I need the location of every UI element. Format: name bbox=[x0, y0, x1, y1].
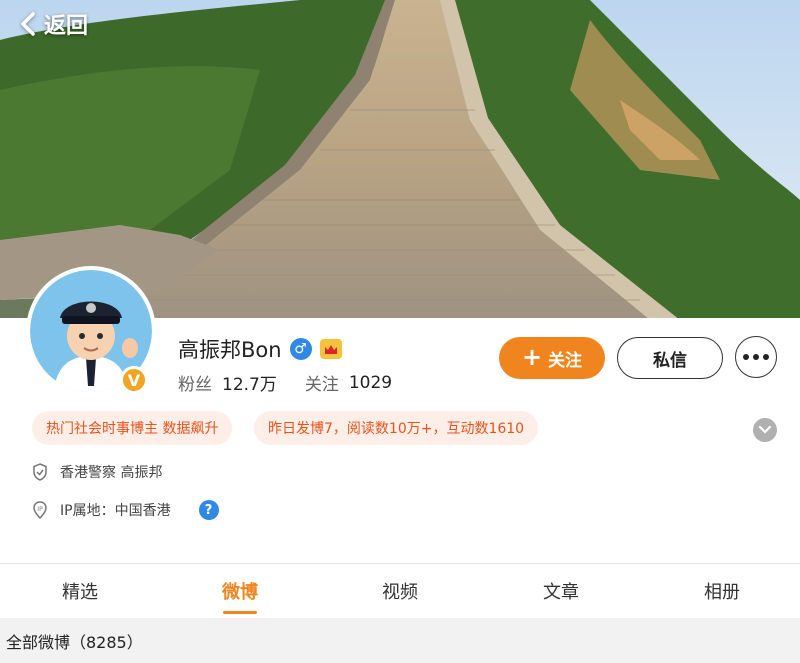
plus-icon: + bbox=[521, 343, 543, 371]
follow-label: 关注 bbox=[548, 350, 583, 371]
followers-count[interactable]: 12.7万 bbox=[222, 370, 277, 395]
name-row: 高振邦Bon ♂ bbox=[178, 334, 342, 364]
tab-video[interactable]: 视频 bbox=[360, 564, 440, 618]
ip-location-row: IP IP属地：中国香港 ? bbox=[32, 500, 219, 520]
following-count[interactable]: 1029 bbox=[349, 373, 392, 393]
activity-stats-tag[interactable]: 昨日发博7，阅读数10万+，互动数1610 bbox=[254, 411, 539, 445]
message-button[interactable]: 私信 bbox=[617, 337, 723, 379]
shield-icon bbox=[33, 463, 47, 481]
following-label[interactable]: 关注 bbox=[305, 370, 339, 395]
active-tab-indicator bbox=[223, 611, 257, 614]
back-button[interactable]: 返回 bbox=[18, 8, 88, 40]
expand-chevron-icon[interactable] bbox=[753, 418, 777, 442]
verification-row: 香港警察 高振邦 bbox=[32, 462, 162, 482]
followers-label[interactable]: 粉丝 bbox=[178, 370, 212, 395]
help-icon[interactable]: ? bbox=[198, 500, 219, 520]
stats-row: 粉丝 12.7万 关注 1029 bbox=[178, 370, 392, 396]
hot-blogger-tag[interactable]: 热门社会时事博主 数据飙升 bbox=[32, 411, 233, 445]
level-badge-icon[interactable] bbox=[319, 339, 342, 359]
ip-location-icon: IP bbox=[33, 501, 47, 519]
tab-label: 文章 bbox=[543, 582, 579, 603]
verification-text: 香港警察 高振邦 bbox=[60, 465, 163, 481]
tab-weibo[interactable]: 微博 bbox=[200, 564, 280, 618]
tab-featured[interactable]: 精选 bbox=[40, 564, 120, 618]
all-posts-filter[interactable]: 全部微博（8285） bbox=[0, 618, 800, 663]
tab-label: 微博 bbox=[222, 582, 258, 603]
gender-male-icon: ♂ bbox=[289, 338, 312, 360]
tab-label: 视频 bbox=[382, 582, 418, 603]
back-label: 返回 bbox=[44, 14, 89, 39]
profile-name: 高振邦Bon bbox=[178, 338, 282, 362]
ip-location-text: IP属地：中国香港 bbox=[60, 503, 171, 519]
more-dots-icon[interactable] bbox=[735, 336, 777, 378]
tab-articles[interactable]: 文章 bbox=[521, 564, 601, 618]
tab-label: 相册 bbox=[704, 582, 740, 603]
verified-v-icon: V bbox=[120, 366, 148, 394]
svg-text:IP: IP bbox=[37, 506, 43, 513]
tab-label: 精选 bbox=[62, 582, 98, 603]
profile-tabs: 精选 微博 视频 文章 相册 bbox=[0, 564, 800, 618]
all-posts-label: 全部微博（8285） bbox=[6, 632, 143, 652]
follow-button[interactable]: + 关注 bbox=[499, 337, 605, 379]
back-arrow-icon bbox=[21, 12, 35, 36]
tab-album[interactable]: 相册 bbox=[682, 564, 762, 618]
